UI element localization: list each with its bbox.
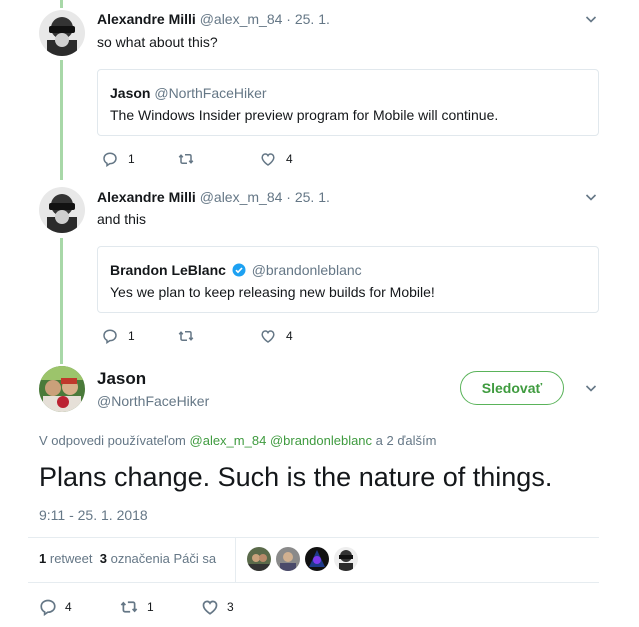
- reply-icon: [103, 152, 117, 167]
- liker-avatar[interactable]: [247, 547, 271, 571]
- reply-count: 1: [128, 329, 135, 343]
- quote-label[interactable]: označenia: [111, 551, 170, 566]
- retweet-icon: [178, 331, 194, 341]
- main-author-block: Jason: [97, 369, 146, 389]
- avatar[interactable]: [39, 366, 85, 412]
- reply-button[interactable]: 4: [39, 598, 72, 616]
- avatar[interactable]: [39, 10, 85, 56]
- reply-button[interactable]: 1: [102, 328, 135, 344]
- retweet-button[interactable]: [178, 151, 194, 167]
- engagement-stats: 1 retweet 3 označenia Páči sa: [39, 551, 216, 566]
- avatar[interactable]: [39, 187, 85, 233]
- main-tweet-timestamp: 9:11 - 25. 1. 2018: [39, 507, 148, 523]
- tweet-date[interactable]: · 25. 1.: [286, 189, 330, 205]
- main-tweet-text: Plans change. Such is the nature of thin…: [39, 462, 553, 492]
- likes-label[interactable]: Páči sa: [174, 551, 217, 566]
- chevron-down-icon[interactable]: [585, 191, 597, 203]
- retweet-count[interactable]: 1: [39, 551, 46, 566]
- tweet-header: Alexandre Milli @alex_m_84 · 25. 1.: [97, 10, 330, 28]
- like-count: 3: [227, 600, 234, 614]
- heart-icon: [261, 153, 275, 166]
- liker-avatar[interactable]: [276, 547, 300, 571]
- retweet-label[interactable]: retweet: [50, 551, 93, 566]
- reply-icon: [103, 329, 117, 344]
- thread-connector-line: [60, 60, 63, 180]
- reply-count: 4: [65, 600, 72, 614]
- reply-suffix[interactable]: a 2 ďalším: [376, 433, 437, 448]
- author-handle[interactable]: @alex_m_84: [200, 11, 283, 27]
- reply-prefix: V odpovedi používateľom: [39, 433, 186, 448]
- like-button[interactable]: 3: [201, 598, 234, 616]
- thread-connector-line: [60, 0, 63, 8]
- author-name[interactable]: Alexandre Milli: [97, 189, 196, 205]
- divider: [235, 538, 236, 582]
- reply-context: V odpovedi používateľom @alex_m_84 @bran…: [39, 433, 436, 448]
- main-author-handle[interactable]: @NorthFaceHiker: [97, 392, 209, 410]
- author-handle[interactable]: @alex_m_84: [200, 189, 283, 205]
- tweet-date[interactable]: · 25. 1.: [286, 11, 330, 27]
- follow-button[interactable]: Sledovať: [460, 371, 564, 405]
- quoted-author-handle: @NorthFaceHiker: [154, 85, 267, 101]
- like-count: 4: [286, 329, 293, 343]
- liker-avatar[interactable]: [305, 547, 329, 571]
- quoted-tweet-text: Yes we plan to keep releasing new builds…: [110, 284, 435, 300]
- main-author-name[interactable]: Jason: [97, 369, 146, 388]
- reply-button[interactable]: 1: [102, 151, 135, 167]
- liker-avatar[interactable]: [334, 547, 358, 571]
- like-button[interactable]: 4: [260, 328, 293, 344]
- quote-count[interactable]: 3: [100, 551, 107, 566]
- liker-avatars: [247, 547, 363, 571]
- author-name[interactable]: Alexandre Milli: [97, 11, 196, 27]
- quoted-author-name: Jason: [110, 85, 151, 101]
- thread-connector-line: [60, 238, 63, 364]
- reply-count: 1: [128, 152, 135, 166]
- like-count: 4: [286, 152, 293, 166]
- retweet-icon: [178, 154, 194, 164]
- chevron-down-icon[interactable]: [585, 382, 597, 394]
- retweet-count: 1: [147, 600, 154, 614]
- tweet-text: and this: [97, 211, 147, 227]
- divider: [28, 582, 599, 583]
- quoted-tweet[interactable]: Brandon LeBlanc @brandonleblanc Yes we p…: [97, 246, 599, 313]
- reply-user-link[interactable]: @brandonleblanc: [270, 433, 372, 448]
- retweet-button[interactable]: 1: [119, 598, 154, 616]
- quoted-author-name: Brandon LeBlanc: [110, 262, 226, 278]
- quoted-tweet-text: The Windows Insider preview program for …: [110, 107, 499, 123]
- reply-icon: [40, 599, 56, 616]
- quoted-tweet[interactable]: Jason @NorthFaceHiker The Windows Inside…: [97, 69, 599, 136]
- quoted-author-handle: @brandonleblanc: [251, 262, 362, 278]
- like-button[interactable]: 4: [260, 151, 293, 167]
- heart-icon: [261, 330, 275, 343]
- tweet-text: so what about this?: [97, 34, 218, 50]
- retweet-icon: [120, 601, 138, 613]
- tweet-header: Alexandre Milli @alex_m_84 · 25. 1.: [97, 188, 330, 206]
- divider: [28, 537, 599, 538]
- retweet-button[interactable]: [178, 328, 194, 344]
- verified-badge-icon: [232, 263, 246, 277]
- reply-user-link[interactable]: @alex_m_84: [190, 433, 267, 448]
- chevron-down-icon[interactable]: [585, 13, 597, 25]
- heart-icon: [202, 600, 218, 615]
